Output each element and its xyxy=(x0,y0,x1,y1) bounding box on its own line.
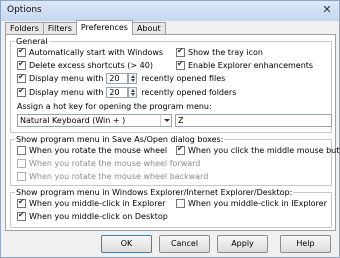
auto-start-label: Automatically start with Windows xyxy=(29,48,164,57)
hotkey-modifier-value: Natural Keyboard (Win + ) xyxy=(20,116,126,125)
ok-button[interactable]: OK xyxy=(101,235,152,253)
cancel-button[interactable]: Cancel xyxy=(159,235,210,253)
show-tray-checkbox[interactable]: Show the tray icon xyxy=(176,46,263,58)
rotate-wheel-label: When you rotate the mouse wheel xyxy=(29,146,168,155)
hotkey-modifier-select[interactable]: Natural Keyboard (Win + ) xyxy=(17,114,172,127)
explorer-enh-check-icon[interactable] xyxy=(176,59,185,70)
explorer-enh-checkbox[interactable]: Enable Explorer enhancements xyxy=(176,59,314,71)
mc-desktop-label: When you middle-click on Desktop xyxy=(29,212,168,221)
tab-strip: Folders Filters Preferences About xyxy=(5,20,166,35)
wheel-backward-check-icon[interactable] xyxy=(17,172,26,181)
window-title: Options xyxy=(7,5,42,15)
display-files-check-icon[interactable] xyxy=(17,72,26,83)
show-tray-check-icon[interactable] xyxy=(176,46,185,57)
options-dialog: Options ✕ Folders Filters Preferences Ab… xyxy=(0,0,340,258)
mc-desktop-check-icon[interactable] xyxy=(17,210,26,221)
chevron-down-icon[interactable] xyxy=(160,115,171,126)
hotkey-input[interactable]: Z xyxy=(175,114,332,127)
explorer-group: Show program menu in Windows Explorer/In… xyxy=(10,187,332,228)
mc-iexplorer-label: When you middle-click in IExplorer xyxy=(188,199,327,208)
delete-excess-check-icon[interactable] xyxy=(17,59,26,70)
hotkey-label: Assign a hot key for opening the program… xyxy=(17,102,212,111)
saveas-group: Show program menu in Save As/Open dialog… xyxy=(10,134,340,186)
middle-button-checkbox[interactable]: When you click the middle mouse button xyxy=(176,144,340,156)
display-files-row: Display menu with 20 recently opened fil… xyxy=(17,72,226,84)
display-files-prefix: Display menu with xyxy=(29,74,104,83)
wheel-forward-label: When you rotate the mouse wheel forward xyxy=(29,159,201,168)
tab-preferences[interactable]: Preferences xyxy=(75,20,133,35)
files-count-spinner[interactable] xyxy=(128,73,138,84)
folders-count-spinner[interactable] xyxy=(128,87,138,98)
preferences-panel: General Automatically start with Windows… xyxy=(5,34,340,231)
middle-button-check-icon[interactable] xyxy=(176,144,185,155)
mc-desktop-checkbox[interactable]: When you middle-click on Desktop xyxy=(17,210,168,222)
mc-iexplorer-checkbox[interactable]: When you middle-click in IExplorer xyxy=(176,198,327,209)
display-folders-row: Display menu with 20 recently opened fol… xyxy=(17,86,237,98)
display-folders-suffix: recently opened folders xyxy=(141,88,237,97)
saveas-legend: Show program menu in Save As/Open dialog… xyxy=(15,134,225,145)
delete-excess-label: Delete excess shortcuts (> 40) xyxy=(29,61,153,70)
mc-explorer-check-icon[interactable] xyxy=(17,197,26,208)
auto-start-checkbox[interactable]: Automatically start with Windows xyxy=(17,46,164,58)
auto-start-check-icon[interactable] xyxy=(17,46,26,57)
wheel-backward-checkbox[interactable]: When you rotate the mouse wheel backward xyxy=(17,171,208,182)
wheel-forward-checkbox[interactable]: When you rotate the mouse wheel forward xyxy=(17,158,200,169)
close-icon[interactable]: ✕ xyxy=(320,3,334,17)
files-count-input[interactable]: 20 xyxy=(106,73,129,84)
display-folders-check-icon[interactable] xyxy=(17,86,26,97)
middle-button-label: When you click the middle mouse button xyxy=(188,146,340,155)
rotate-wheel-check-icon[interactable] xyxy=(17,146,26,155)
general-group: General Automatically start with Windows… xyxy=(10,36,332,133)
wheel-forward-check-icon[interactable] xyxy=(17,159,26,168)
mc-explorer-checkbox[interactable]: When you middle-click in Explorer xyxy=(17,197,166,209)
show-tray-label: Show the tray icon xyxy=(188,48,263,57)
wheel-backward-label: When you rotate the mouse wheel backward xyxy=(29,172,209,181)
delete-excess-checkbox[interactable]: Delete excess shortcuts (> 40) xyxy=(17,59,153,71)
explorer-enh-label: Enable Explorer enhancements xyxy=(188,61,314,70)
help-button[interactable]: Help xyxy=(280,235,331,253)
rotate-wheel-checkbox[interactable]: When you rotate the mouse wheel xyxy=(17,145,167,156)
apply-button[interactable]: Apply xyxy=(217,235,268,253)
display-folders-prefix: Display menu with xyxy=(29,88,104,97)
folders-count-input[interactable]: 20 xyxy=(106,87,129,98)
mc-explorer-label: When you middle-click in Explorer xyxy=(29,199,166,208)
display-files-suffix: recently opened files xyxy=(141,74,226,83)
title-bar[interactable]: Options ✕ xyxy=(1,1,339,21)
mc-iexplorer-check-icon[interactable] xyxy=(176,199,185,208)
explorer-legend: Show program menu in Windows Explorer/In… xyxy=(15,187,294,198)
